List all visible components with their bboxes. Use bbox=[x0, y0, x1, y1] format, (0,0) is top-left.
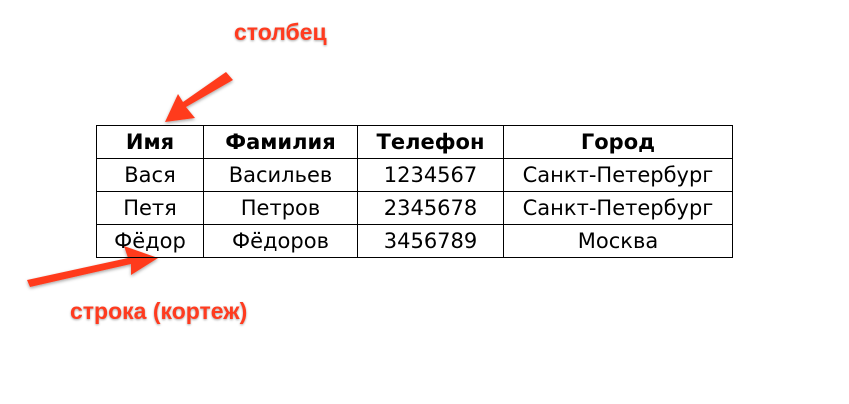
table-row: Вася Васильев 1234567 Санкт-Петербург bbox=[96, 158, 733, 192]
table-cell: Фёдоров bbox=[203, 224, 358, 258]
table-cell: Санкт-Петербург bbox=[503, 191, 733, 225]
column-annotation: столбец bbox=[234, 19, 327, 45]
table-cell: Васильев bbox=[203, 158, 358, 192]
table-cell: 2345678 bbox=[357, 191, 504, 225]
header-cell-name: Имя bbox=[96, 125, 204, 159]
table-cell: Петя bbox=[96, 191, 204, 225]
table-cell: Вася bbox=[96, 158, 204, 192]
column-arrow-icon bbox=[165, 72, 233, 122]
table-row: Петя Петров 2345678 Санкт-Петербург bbox=[96, 191, 733, 225]
header-cell-surname: Фамилия bbox=[203, 125, 358, 159]
table-cell: Фёдор bbox=[96, 224, 204, 258]
table-cell: Санкт-Петербург bbox=[503, 158, 733, 192]
header-cell-city: Город bbox=[503, 125, 733, 159]
table-cell: 3456789 bbox=[357, 224, 504, 258]
table-row: Фёдор Фёдоров 3456789 Москва bbox=[96, 224, 733, 258]
header-row: Имя Фамилия Телефон Город bbox=[96, 125, 733, 159]
row-annotation: строка (кортеж) bbox=[70, 298, 248, 324]
table-cell: Москва bbox=[503, 224, 733, 258]
table-cell: Петров bbox=[203, 191, 358, 225]
header-cell-phone: Телефон bbox=[357, 125, 504, 159]
figure: столбец строка (кортеж) Имя Фамилия Теле… bbox=[0, 0, 849, 404]
table-cell: 1234567 bbox=[357, 158, 504, 192]
data-table: Имя Фамилия Телефон Город Вася Васильев … bbox=[96, 125, 733, 258]
